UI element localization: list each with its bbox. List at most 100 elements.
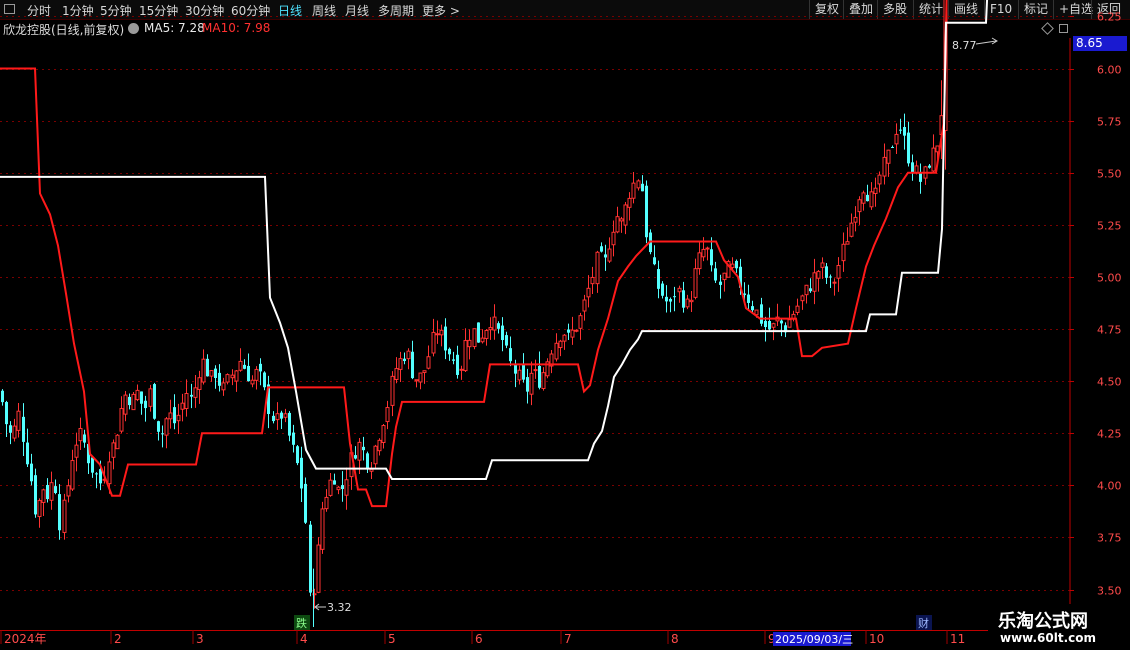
date-axis: 2024年 2 3 4 5 6 7 8 9 10 11 xyxy=(0,630,1070,646)
candle-body xyxy=(58,494,61,531)
candle-body xyxy=(899,129,902,131)
candle-body xyxy=(845,241,850,245)
candle-body xyxy=(26,442,29,465)
candle-body xyxy=(201,358,206,383)
candle-body xyxy=(514,364,517,374)
x-tick-label: 11 xyxy=(950,632,965,646)
candle-body xyxy=(381,425,386,444)
candle-body xyxy=(131,393,136,411)
candle-body xyxy=(836,265,841,279)
candle-body xyxy=(771,323,776,328)
price-grid xyxy=(0,16,1070,591)
candle-body xyxy=(911,162,914,173)
candle-body xyxy=(869,191,874,208)
candle-body xyxy=(9,425,12,433)
candle-body xyxy=(685,298,690,308)
candle-body xyxy=(259,363,262,372)
candles xyxy=(1,0,948,628)
candle-body xyxy=(505,335,508,346)
candle-body xyxy=(115,434,120,450)
candle-body xyxy=(390,375,395,406)
candle-body xyxy=(74,444,79,458)
candle-body xyxy=(283,413,288,418)
y-tick-label: 5.50 xyxy=(1097,168,1122,181)
candle-body xyxy=(907,132,910,164)
candle-body xyxy=(309,524,312,593)
candle-body xyxy=(607,248,612,262)
x-tick-label: 8 xyxy=(671,632,679,646)
y-tick-label: 4.00 xyxy=(1097,480,1122,493)
y-tick-label: 5.75 xyxy=(1097,116,1122,129)
candle-body xyxy=(526,377,529,392)
candle-body xyxy=(517,369,522,381)
candle-body xyxy=(123,394,128,415)
candle-body xyxy=(439,329,444,336)
candle-body xyxy=(705,247,710,250)
candle-body xyxy=(857,199,862,213)
candle-body xyxy=(78,427,83,442)
candle-body xyxy=(144,400,147,409)
drop-marker: 跌 xyxy=(296,616,307,630)
candle-body xyxy=(682,290,685,308)
candle-body xyxy=(582,299,587,312)
candle-body xyxy=(161,433,164,435)
candle-body xyxy=(735,260,738,269)
candle-body xyxy=(600,246,603,252)
candle-body xyxy=(16,410,21,431)
candle-body xyxy=(747,294,750,303)
candle-body xyxy=(710,249,713,266)
y-tick-label: 5.25 xyxy=(1097,220,1122,233)
x-tick-label: 7 xyxy=(564,632,572,646)
candle-body xyxy=(193,387,198,398)
candle-body xyxy=(30,463,33,482)
candle-body xyxy=(636,180,641,189)
candle-body xyxy=(190,394,193,397)
candle-body xyxy=(665,296,668,302)
candle-body xyxy=(107,461,112,485)
candle-body xyxy=(320,508,325,550)
candle-body xyxy=(452,359,455,361)
candle-body xyxy=(431,331,436,354)
candle-body xyxy=(760,304,763,324)
candle-body xyxy=(477,322,480,343)
x-tick-label: 2024年 xyxy=(4,632,47,646)
candle-body xyxy=(234,370,239,382)
candle-body xyxy=(538,366,541,388)
candle-body xyxy=(578,315,583,329)
candle-body xyxy=(406,350,411,360)
candle-body xyxy=(570,329,575,338)
candle-body xyxy=(882,156,887,177)
candle-body xyxy=(832,281,837,284)
candle-body xyxy=(657,269,660,289)
x-tick-label: 6 xyxy=(475,632,483,646)
candle-body xyxy=(91,457,94,473)
y-tick-label: 4.75 xyxy=(1097,324,1122,337)
candle-body xyxy=(377,439,382,452)
candle-body xyxy=(693,268,698,298)
y-tick-label: 4.25 xyxy=(1097,428,1122,441)
candle-body xyxy=(631,182,636,199)
candle-body xyxy=(218,372,221,386)
candle-body xyxy=(472,328,477,348)
candle-body xyxy=(787,319,792,328)
candle-body xyxy=(336,486,341,491)
candlestick-chart[interactable]: 3.50 3.75 4.00 4.25 4.50 4.75 5.00 5.25 5.50 5.75… xyxy=(0,0,1130,650)
candle-body xyxy=(197,377,202,390)
candle-body xyxy=(128,396,131,406)
candle-body xyxy=(344,479,349,496)
candle-body xyxy=(37,500,42,518)
candle-body xyxy=(173,407,176,424)
candle-body xyxy=(328,479,333,496)
candle-body xyxy=(812,272,817,292)
candle-body xyxy=(825,266,828,278)
candle-body xyxy=(829,276,832,278)
candle-body xyxy=(49,482,54,501)
candle-body xyxy=(444,326,447,351)
candle-body xyxy=(357,441,362,461)
candle-body xyxy=(153,384,156,419)
candle-body xyxy=(296,446,299,464)
candle-body xyxy=(719,281,722,285)
candle-body xyxy=(435,333,440,336)
candle-body xyxy=(418,372,423,383)
candle-body xyxy=(873,187,878,195)
